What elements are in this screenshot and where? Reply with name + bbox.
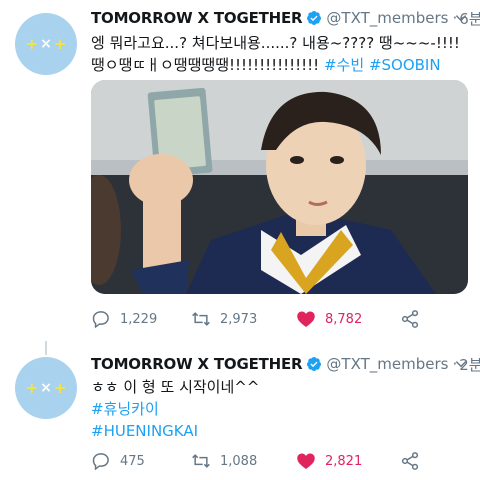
- tweet-actions: 1,229 2,973 8,782: [91, 308, 431, 330]
- share-icon: [401, 452, 419, 470]
- retweet-button[interactable]: 2,973: [191, 309, 257, 329]
- like-button[interactable]: 2,821: [296, 451, 362, 471]
- reply-icon: [92, 311, 109, 329]
- hashtag-link[interactable]: #수빈: [324, 56, 364, 74]
- like-count: 2,821: [325, 453, 363, 469]
- tweet-header: TOMORROW X TOGETHER @TXT_members · 6분: [91, 7, 480, 29]
- tweet-text-line-1: ㅎㅎ 이 형 또 시작이네^^: [91, 378, 260, 396]
- reply-icon: [92, 453, 109, 471]
- share-button[interactable]: [400, 309, 420, 329]
- tweet-media-image[interactable]: [91, 80, 468, 294]
- tweet-header: TOMORROW X TOGETHER @TXT_members · 2분: [91, 353, 480, 375]
- reply-count: 1,229: [120, 311, 158, 327]
- thread-connector-line: [45, 341, 47, 355]
- avatar[interactable]: + × +: [15, 357, 77, 419]
- verified-badge-icon: [307, 357, 322, 371]
- tweet-text: 엥 뭐라고요...? 쳐다보내용......? 내용~???? 땡~~~-!!!…: [91, 32, 460, 76]
- heart-filled-icon: [297, 453, 315, 469]
- retweet-button[interactable]: 1,088: [191, 451, 257, 471]
- retweet-count: 1,088: [220, 453, 258, 469]
- retweet-count: 2,973: [220, 311, 258, 327]
- reply-count: 475: [120, 453, 145, 469]
- verified-badge-icon: [307, 11, 322, 25]
- reply-button[interactable]: 475: [91, 451, 145, 471]
- txt-logo: + × +: [25, 34, 67, 53]
- hashtag-link[interactable]: #휴닝카이: [91, 398, 259, 420]
- like-button[interactable]: 8,782: [296, 309, 362, 329]
- hashtag-link[interactable]: #SOOBIN: [369, 56, 441, 74]
- author-handle[interactable]: @TXT_members: [326, 355, 448, 373]
- tweet-text-line-2: 땡ㅇ땡ㄸㅐㅇ땡땡땡땡!!!!!!!!!!!!!!! #수빈 #SOOBIN: [91, 56, 441, 74]
- share-button[interactable]: [400, 451, 420, 471]
- txt-logo: + × +: [25, 378, 67, 397]
- avatar[interactable]: + × +: [15, 13, 77, 75]
- photo-illustration: [91, 80, 468, 294]
- tweet-actions: 475 1,088 2,821: [91, 450, 431, 472]
- reply-button[interactable]: 1,229: [91, 309, 157, 329]
- heart-filled-icon: [297, 311, 315, 327]
- author-handle[interactable]: @TXT_members: [326, 9, 448, 27]
- share-icon: [401, 310, 419, 328]
- tweet-text: ㅎㅎ 이 형 또 시작이네^^ #휴닝카이 #HUENINGKAI: [91, 376, 259, 442]
- tweet-text-line-1: 엥 뭐라고요...? 쳐다보내용......? 내용~???? 땡~~~-!!!…: [91, 34, 460, 52]
- retweet-icon: [192, 312, 210, 326]
- chevron-down-icon[interactable]: [454, 11, 468, 25]
- author-name[interactable]: TOMORROW X TOGETHER: [91, 355, 303, 373]
- like-count: 8,782: [325, 311, 363, 327]
- author-name[interactable]: TOMORROW X TOGETHER: [91, 9, 303, 27]
- chevron-down-icon[interactable]: [454, 357, 468, 371]
- retweet-icon: [192, 454, 210, 468]
- hashtag-link[interactable]: #HUENINGKAI: [91, 420, 259, 442]
